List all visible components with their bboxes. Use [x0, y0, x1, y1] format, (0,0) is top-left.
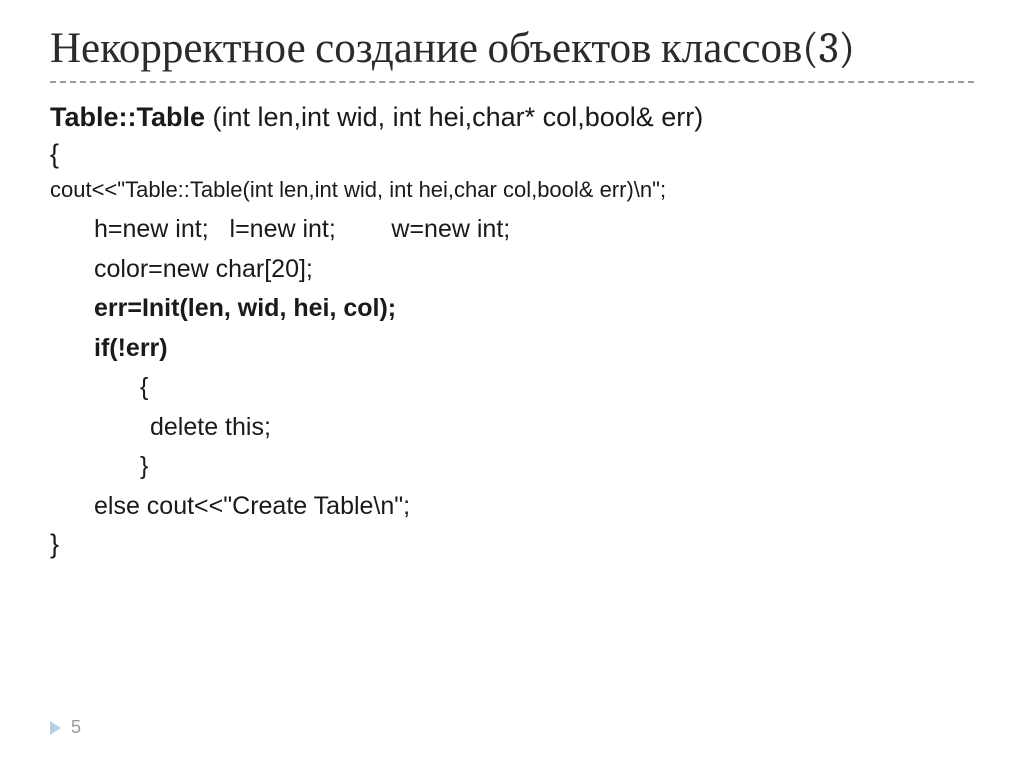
divider — [50, 81, 974, 83]
code-block: h=new int; l=new int; w=new int; color=n… — [50, 210, 974, 526]
constructor-signature: Table::Table (int len,int wid, int hei,c… — [50, 99, 974, 135]
code-line-if: if(!err) — [50, 329, 974, 369]
code-line-color: color=new char[20]; — [50, 250, 974, 290]
brace-close-inner: } — [50, 447, 974, 487]
code-line-cout: cout<<"Table::Table(int len,int wid, int… — [50, 174, 974, 206]
alloc-w: w=new int; — [391, 215, 510, 243]
play-icon — [50, 721, 61, 735]
close-brace: } — [50, 526, 974, 562]
alloc-l: l=new int; — [230, 215, 336, 243]
slide: Некорректное создание объектов классов(3… — [0, 0, 1024, 768]
open-brace: { — [50, 136, 974, 172]
code-line-delete: delete this; — [50, 408, 974, 448]
signature-params: (int len,int wid, int hei,char* col,bool… — [205, 102, 703, 132]
code-line-err: err=Init(len, wid, hei, col); — [50, 289, 974, 329]
footer: 5 — [50, 717, 81, 738]
code-line-alloc: h=new int; l=new int; w=new int; — [50, 210, 974, 250]
signature-bold: Table::Table — [50, 102, 205, 132]
slide-title: Некорректное создание объектов классов(3… — [50, 24, 974, 73]
brace-open-inner: { — [50, 368, 974, 408]
page-number: 5 — [71, 717, 81, 738]
alloc-h: h=new int; — [94, 215, 209, 243]
code-line-else: else cout<<"Create Table\n"; — [50, 487, 974, 527]
